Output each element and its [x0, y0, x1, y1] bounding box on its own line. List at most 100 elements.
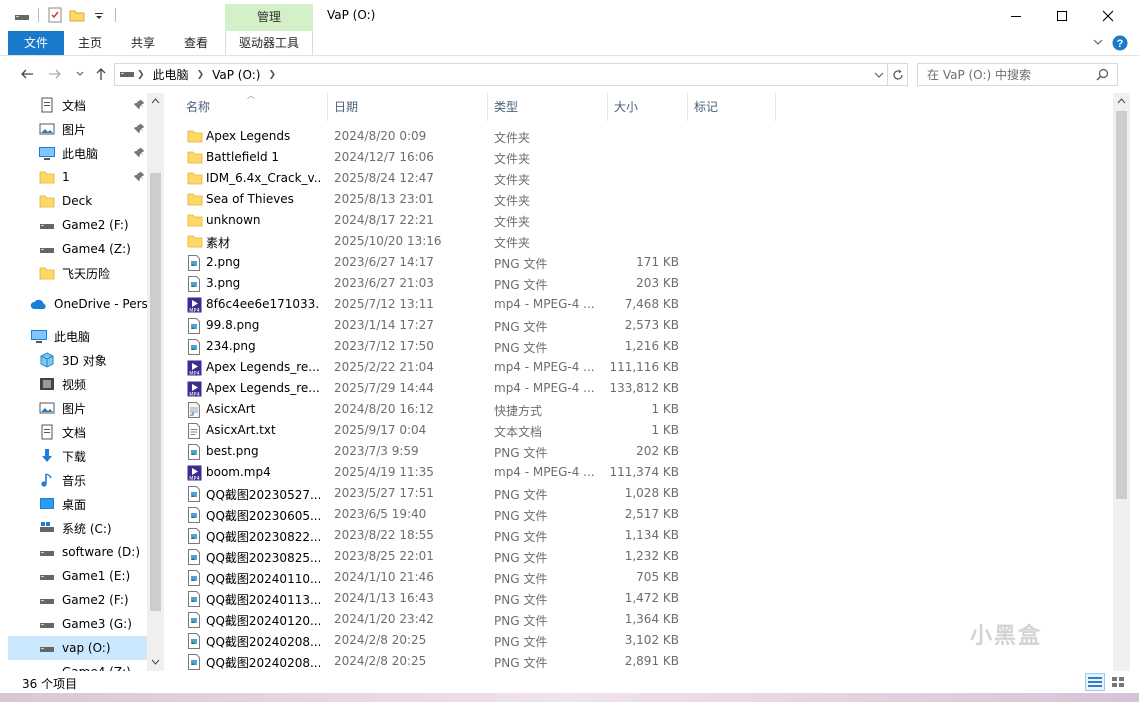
close-button[interactable]	[1085, 0, 1131, 31]
file-row[interactable]: 99.8.png 2023/1/14 17:27 PNG 文件 2,573 KB	[180, 315, 685, 336]
pin-icon[interactable]	[133, 98, 146, 113]
file-row[interactable]: AsicxArt 2024/8/20 16:12 快捷方式 1 KB	[180, 399, 685, 420]
file-row[interactable]: 3.png 2023/6/27 21:03 PNG 文件 203 KB	[180, 273, 685, 294]
file-row[interactable]: QQ截图20240110... 2024/1/10 21:46 PNG 文件 705 …	[180, 567, 685, 588]
address-bar[interactable]: ❯ 此电脑 ❯ VaP (O:) ❯	[114, 63, 888, 86]
file-row[interactable]: 素材 2025/10/20 13:16 文件夹	[180, 231, 685, 252]
maximize-button[interactable]	[1039, 0, 1085, 31]
tab-drive-tools[interactable]: 驱动器工具	[225, 31, 313, 55]
file-row[interactable]: QQ截图20230822... 2023/8/22 18:55 PNG 文件 1,13…	[180, 525, 685, 546]
file-row[interactable]: QQ截图20240208... 2024/2/8 20:25 PNG 文件 2,891…	[180, 651, 685, 672]
recent-locations-button[interactable]	[72, 66, 88, 82]
nav-scrollbar-thumb[interactable]	[150, 173, 161, 611]
file-row[interactable]: MP4 boom.mp4 2025/4/19 11:35 mp4 - MPEG-4 .…	[180, 462, 685, 483]
file-row[interactable]: Sea of Thieves 2025/8/13 23:01 文件夹	[180, 189, 685, 210]
nav-item-this-pc-child[interactable]: 音乐	[38, 468, 148, 492]
manage-context-tab[interactable]: 管理	[225, 4, 313, 31]
nav-item-label: 文档	[62, 425, 87, 440]
scroll-up-icon[interactable]	[1117, 97, 1126, 106]
nav-scrollbar[interactable]	[147, 93, 164, 671]
column-header-type[interactable]: 类型	[488, 93, 608, 121]
address-dropdown-button[interactable]	[874, 69, 884, 83]
file-row[interactable]: QQ截图20240208... 2024/2/8 20:25 PNG 文件 3,102…	[180, 630, 685, 651]
back-button[interactable]	[19, 66, 35, 82]
tab-file[interactable]: 文件	[8, 31, 64, 55]
nav-item-quick-access[interactable]: Game4 (Z:)	[38, 237, 148, 261]
file-row[interactable]: MP4 Apex Legends_re... 2025/7/29 14:44 mp4 …	[180, 378, 685, 399]
nav-item-this-pc-child[interactable]: 视频	[38, 372, 148, 396]
file-row[interactable]: Apex Legends 2024/8/20 0:09 文件夹	[180, 126, 685, 147]
toolbar-divider	[115, 8, 116, 22]
help-button[interactable]: ?	[1112, 35, 1128, 51]
nav-item-this-pc-child[interactable]: Game4 (Z:)	[38, 660, 148, 671]
new-folder-icon[interactable]	[69, 7, 85, 23]
up-button[interactable]	[93, 66, 109, 82]
column-header-tags[interactable]: 标记	[688, 93, 776, 121]
nav-item-this-pc-child[interactable]: 文档	[38, 420, 148, 444]
nav-item-this-pc-child[interactable]: Game2 (F:)	[38, 588, 148, 612]
file-row[interactable]: MP4 8f6c4ee6e171033... 2025/7/12 13:11 mp4 …	[180, 294, 685, 315]
details-view-button[interactable]	[1085, 673, 1105, 691]
nav-item-quick-access[interactable]: Game2 (F:)	[38, 213, 148, 237]
file-row[interactable]: 234.png 2023/7/12 17:50 PNG 文件 1,216 KB	[180, 336, 685, 357]
file-row[interactable]: best.png 2023/7/3 9:59 PNG 文件 202 KB	[180, 441, 685, 462]
nav-item-quick-access[interactable]: 1	[38, 165, 148, 189]
nav-item-this-pc-child[interactable]: 系统 (C:)	[38, 516, 148, 540]
file-row[interactable]: Battlefield 1 2024/12/7 16:06 文件夹	[180, 147, 685, 168]
file-row[interactable]: IDM_6.4x_Crack_v... 2025/8/24 12:47 文件夹	[180, 168, 685, 189]
file-row[interactable]: unknown 2024/8/17 22:21 文件夹	[180, 210, 685, 231]
refresh-button[interactable]	[888, 63, 908, 86]
pin-icon[interactable]	[133, 122, 146, 137]
chevron-down-icon	[874, 72, 884, 78]
minimize-button[interactable]	[993, 0, 1039, 31]
pin-icon[interactable]	[133, 146, 146, 161]
tab-view[interactable]: 查看	[174, 31, 218, 55]
nav-item-this-pc-child[interactable]: 桌面	[38, 492, 148, 516]
nav-item-quick-access[interactable]: 此电脑	[38, 141, 148, 165]
file-size: 133,812 KB	[609, 381, 679, 395]
file-list-scrollbar-thumb[interactable]	[1116, 111, 1127, 499]
nav-item-quick-access[interactable]: 图片	[38, 117, 148, 141]
customize-toolbar-icon[interactable]	[91, 7, 107, 23]
chevron-right-icon[interactable]: ❯	[135, 70, 147, 80]
scroll-up-icon[interactable]	[151, 97, 160, 106]
nav-item-this-pc-child[interactable]: 图片	[38, 396, 148, 420]
column-header-date[interactable]: 日期	[328, 93, 488, 121]
tab-home[interactable]: 主页	[68, 31, 112, 55]
nav-item-this-pc-child[interactable]: vap (O:)	[8, 636, 147, 660]
watermark-logo: 小黑盒	[970, 624, 1043, 649]
nav-item-this-pc-child[interactable]: Game3 (G:)	[38, 612, 148, 636]
file-row[interactable]: 2.png 2023/6/27 14:17 PNG 文件 171 KB	[180, 252, 685, 273]
forward-button[interactable]	[47, 66, 63, 82]
file-row[interactable]: MP4 Apex Legends_re... 2025/2/22 21:04 mp4 …	[180, 357, 685, 378]
ribbon-expand-button[interactable]	[1092, 36, 1104, 48]
nav-item-this-pc-child[interactable]: 下载	[38, 444, 148, 468]
column-header-size[interactable]: 大小	[608, 93, 688, 121]
scroll-down-icon[interactable]	[151, 658, 160, 667]
nav-item-this-pc[interactable]: 此电脑	[30, 324, 90, 348]
properties-icon[interactable]	[47, 7, 63, 23]
nav-item-this-pc-child[interactable]: 3D 对象	[38, 348, 148, 372]
file-list-scrollbar[interactable]	[1113, 93, 1130, 671]
pin-icon[interactable]	[133, 170, 146, 185]
breadcrumb-drive[interactable]: VaP (O:)	[206, 68, 266, 82]
file-row[interactable]: AsicxArt.txt 2025/9/17 0:04 文本文档 1 KB	[180, 420, 685, 441]
tab-share[interactable]: 共享	[121, 31, 165, 55]
search-input[interactable]: 在 VaP (O:) 中搜索	[917, 63, 1118, 86]
chevron-right-icon[interactable]: ❯	[195, 70, 207, 80]
file-row[interactable]: QQ截图20230825... 2023/8/25 22:01 PNG 文件 1,23…	[180, 546, 685, 567]
nav-item-quick-access[interactable]: 文档	[38, 93, 148, 117]
nav-item-this-pc-child[interactable]: software (D:)	[38, 540, 148, 564]
nav-item-quick-access[interactable]: 飞天历险	[38, 261, 148, 285]
large-icons-view-button[interactable]	[1108, 673, 1128, 691]
breadcrumb-this-pc[interactable]: 此电脑	[147, 66, 195, 83]
file-row[interactable]: QQ截图20240120... 2024/1/20 23:42 PNG 文件 1,36…	[180, 609, 685, 630]
nav-item-this-pc-child[interactable]: Game1 (E:)	[38, 564, 148, 588]
nav-item-onedrive[interactable]: OneDrive - Perso	[30, 292, 155, 316]
file-row[interactable]: QQ截图20240113... 2024/1/13 16:43 PNG 文件 1,47…	[180, 588, 685, 609]
file-row[interactable]: QQ截图20230527... 2023/5/27 17:51 PNG 文件 1,02…	[180, 483, 685, 504]
file-row[interactable]: QQ截图20230605... 2023/6/5 19:40 PNG 文件 2,517…	[180, 504, 685, 525]
chevron-right-icon[interactable]: ❯	[266, 70, 278, 80]
file-type: PNG 文件	[494, 278, 548, 292]
nav-item-quick-access[interactable]: Deck	[38, 189, 148, 213]
